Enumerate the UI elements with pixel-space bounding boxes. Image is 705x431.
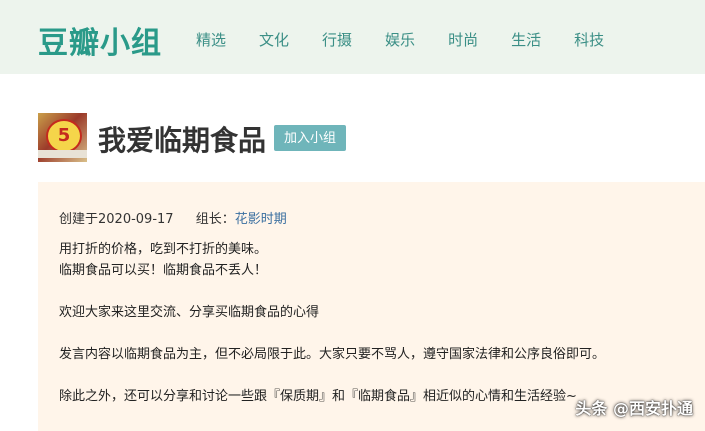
join-group-button[interactable]: 加入小组 bbox=[274, 125, 347, 151]
nav-item-entertainment[interactable]: 娱乐 bbox=[385, 29, 415, 50]
top-nav-bar: 豆瓣小组 精选 文化 行摄 娱乐 时尚 生活 科技 bbox=[0, 0, 705, 74]
group-info-panel: 创建于2020-09-17 组长：花影时期 用打折的价格，吃到不打折的美味。 临… bbox=[38, 182, 705, 431]
nav-item-tech[interactable]: 科技 bbox=[574, 29, 604, 50]
owner-label: 组长： bbox=[195, 212, 235, 227]
group-description: 用打折的价格，吃到不打折的美味。 临期食品可以买！临期食品不丢人！ 欢迎大家来这… bbox=[59, 239, 699, 407]
nav-item-culture[interactable]: 文化 bbox=[259, 29, 289, 50]
created-date: 创建于2020-09-17 bbox=[59, 212, 174, 227]
nav-item-featured[interactable]: 精选 bbox=[196, 29, 226, 50]
desc-line: 欢迎大家来这里交流、分享买临期食品的心得 bbox=[59, 305, 320, 320]
nav-item-travel[interactable]: 行摄 bbox=[322, 29, 352, 50]
desc-spacer bbox=[59, 323, 699, 344]
nav-item-fashion[interactable]: 时尚 bbox=[448, 29, 478, 50]
desc-line: 用打折的价格，吃到不打折的美味。 bbox=[59, 242, 268, 257]
nav-item-life[interactable]: 生活 bbox=[511, 29, 541, 50]
desc-line: 发言内容以临期食品为主，但不必局限于此。大家只要不骂人，遵守国家法律和公序良俗即… bbox=[59, 347, 606, 362]
desc-spacer bbox=[59, 365, 699, 386]
desc-line: 临期食品可以买！临期食品不丢人！ bbox=[59, 263, 268, 278]
group-avatar-badge: 5 bbox=[46, 119, 82, 153]
main-nav: 精选 文化 行摄 娱乐 时尚 生活 科技 bbox=[196, 29, 637, 50]
watermark: 头条 @西安扑通 bbox=[575, 399, 693, 418]
site-logo[interactable]: 豆瓣小组 bbox=[38, 18, 162, 62]
desc-spacer bbox=[59, 281, 699, 302]
group-avatar: 5 bbox=[38, 113, 87, 162]
group-avatar-strip bbox=[38, 150, 87, 158]
group-title: 我爱临期食品 bbox=[98, 124, 267, 157]
group-meta: 创建于2020-09-17 组长：花影时期 bbox=[59, 208, 287, 227]
group-header: 5 我爱临期食品 加入小组 bbox=[38, 113, 698, 163]
owner-link[interactable]: 花影时期 bbox=[235, 212, 287, 227]
